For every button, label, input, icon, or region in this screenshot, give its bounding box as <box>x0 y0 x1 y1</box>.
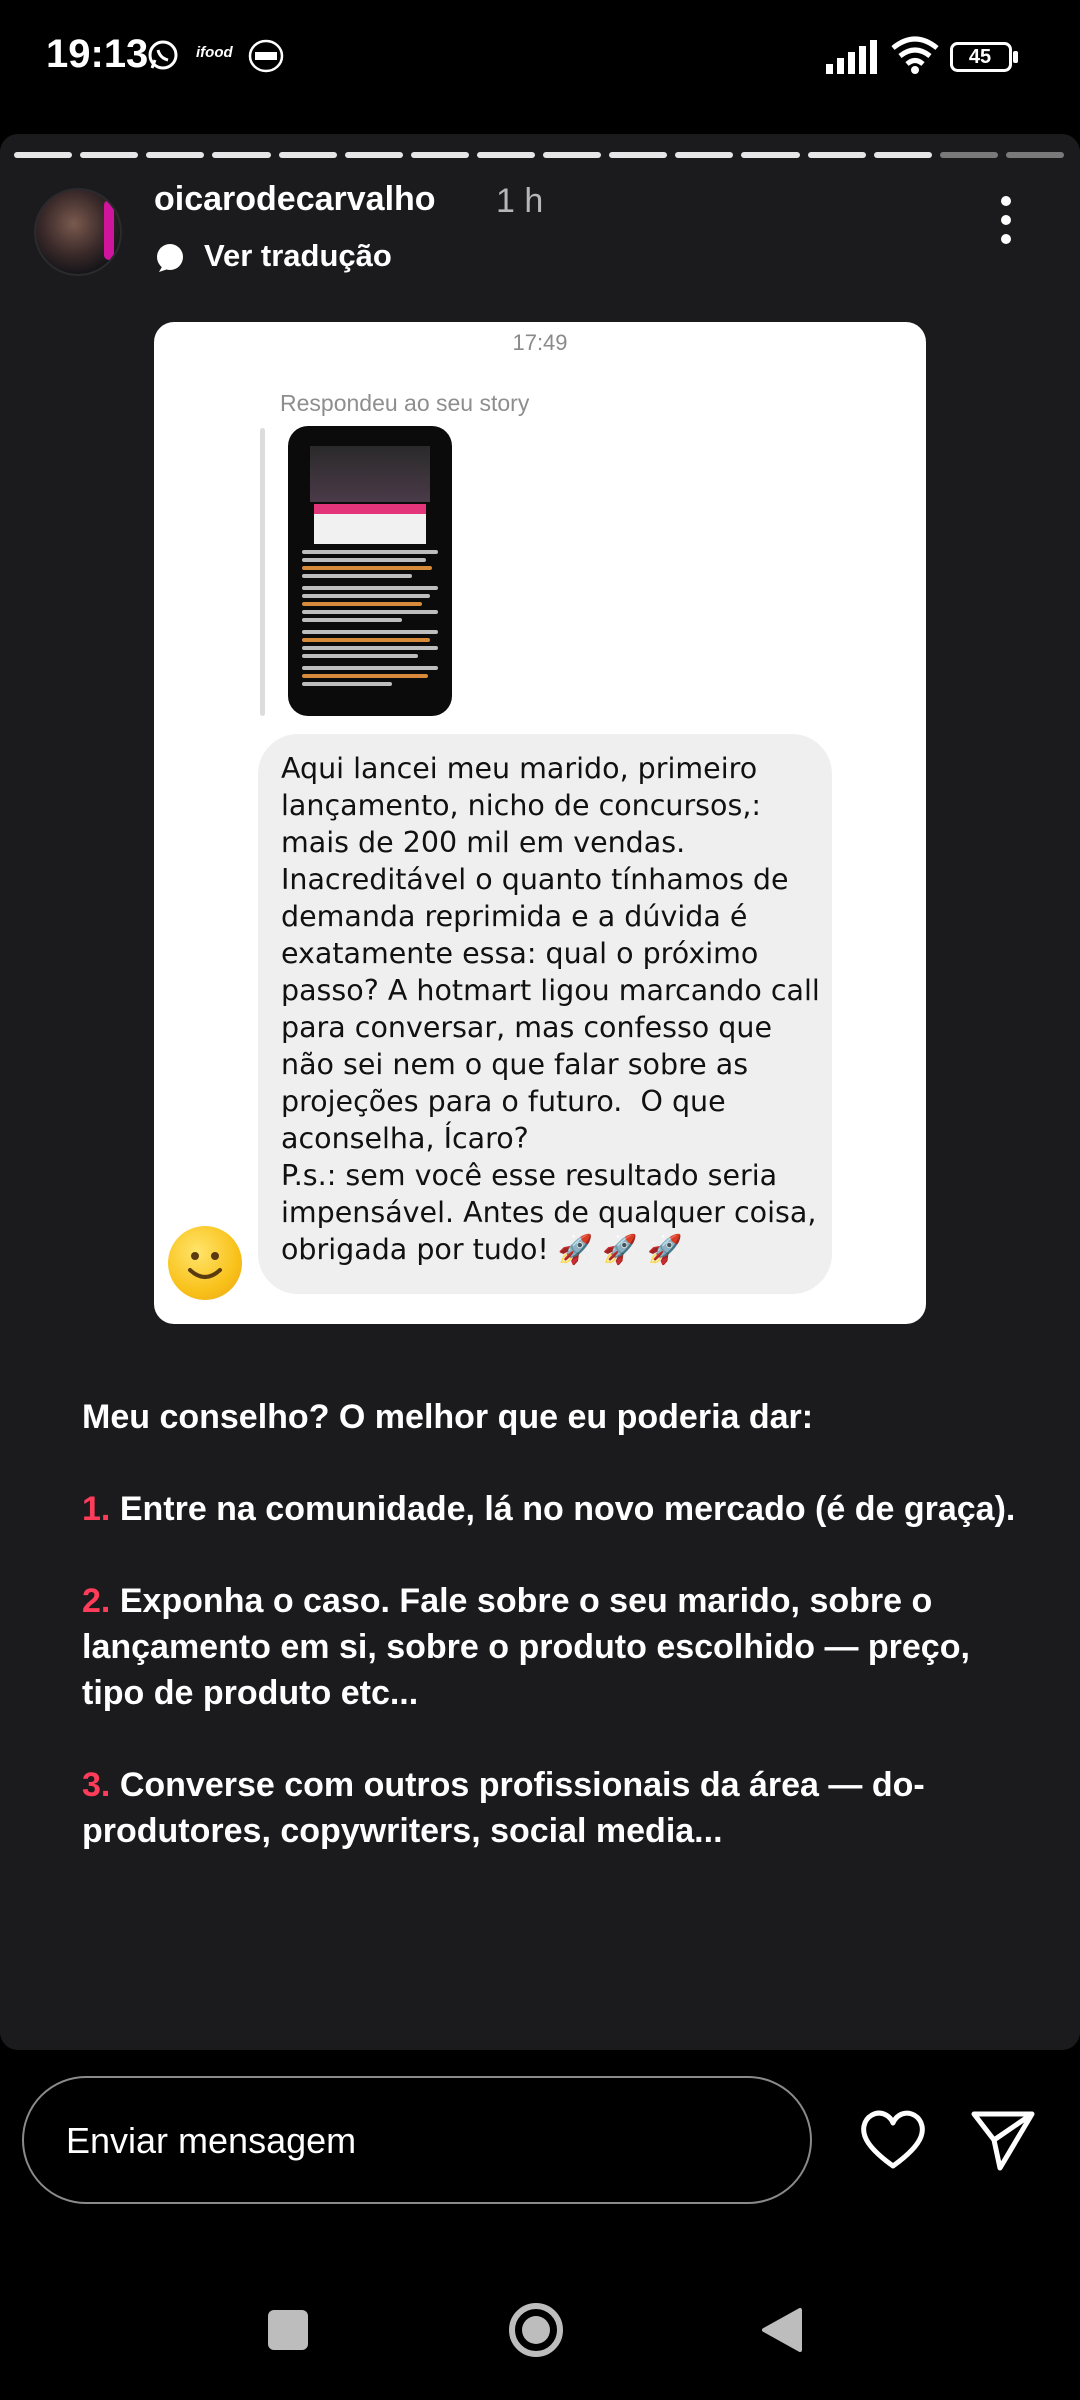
send-icon[interactable] <box>968 2104 1038 2174</box>
progress-segment <box>80 152 139 158</box>
advice-item: 2. Exponha o caso. Fale sobre o seu mari… <box>82 1578 1022 1716</box>
post-time: 1 h <box>496 182 544 220</box>
advice-item-text: Entre na comunidade, lá no novo mercado … <box>119 1490 1016 1528</box>
progress-segment <box>212 152 271 158</box>
burger-king-icon <box>248 38 284 74</box>
username[interactable]: oicarodecarvalho <box>154 180 436 219</box>
advice-item-number: 3. <box>82 1766 111 1804</box>
translate-icon[interactable] <box>154 242 186 274</box>
signal-icon <box>826 40 878 74</box>
dm-reply-label: Respondeu ao seu story <box>280 390 530 416</box>
progress-segment <box>1005 152 1064 158</box>
progress-segment <box>543 152 602 158</box>
dm-timestamp: 17:49 <box>512 330 568 355</box>
progress-segment <box>609 152 668 158</box>
back-button[interactable] <box>760 2306 804 2354</box>
progress-segment <box>14 152 73 158</box>
progress-segment <box>146 152 205 158</box>
dm-reply-line <box>260 428 265 716</box>
advice-item-text: Exponha o caso. Fale sobre o seu marido,… <box>82 1582 970 1712</box>
message-input-placeholder[interactable]: Enviar mensagem <box>66 2120 356 2162</box>
translate-link[interactable]: Ver tradução <box>204 238 392 274</box>
progress-segment <box>410 152 469 158</box>
more-options-icon[interactable] <box>994 196 1018 252</box>
advice-item-number: 2. <box>82 1582 111 1620</box>
advice-intro: Meu conselho? O melhor que eu poderia da… <box>82 1398 814 1436</box>
battery-icon: 45 <box>950 42 1020 72</box>
advice-item-number: 1. <box>82 1490 111 1528</box>
progress-segment <box>344 152 403 158</box>
story-progress-bar <box>14 152 1064 158</box>
progress-segment <box>939 152 998 158</box>
home-button[interactable] <box>508 2302 564 2358</box>
dm-message-text: Aqui lancei meu marido, primeiro lançame… <box>281 752 820 1266</box>
progress-segment <box>476 152 535 158</box>
advice-item-text: Converse com outros profissionais da áre… <box>82 1766 925 1850</box>
story-thumbnail <box>288 426 452 716</box>
progress-segment <box>807 152 866 158</box>
advice-item: 3. Converse com outros profissionais da … <box>82 1762 1022 1854</box>
progress-segment <box>675 152 734 158</box>
whatsapp-icon <box>146 38 180 72</box>
smiley-avatar-icon <box>168 1226 242 1300</box>
advice-item: 1. Entre na comunidade, lá no novo merca… <box>82 1486 1022 1532</box>
wifi-icon <box>890 36 940 74</box>
ifood-icon: ifood <box>196 44 233 61</box>
progress-segment <box>741 152 800 158</box>
avatar[interactable] <box>34 188 122 276</box>
heart-icon[interactable] <box>858 2106 928 2176</box>
progress-segment <box>278 152 337 158</box>
status-time: 19:13 <box>46 32 149 76</box>
story-caption: Meu conselho? O melhor que eu poderia da… <box>82 1394 1022 1854</box>
progress-segment <box>873 152 932 158</box>
battery-level: 45 <box>968 46 992 68</box>
recents-button[interactable] <box>268 2310 308 2350</box>
